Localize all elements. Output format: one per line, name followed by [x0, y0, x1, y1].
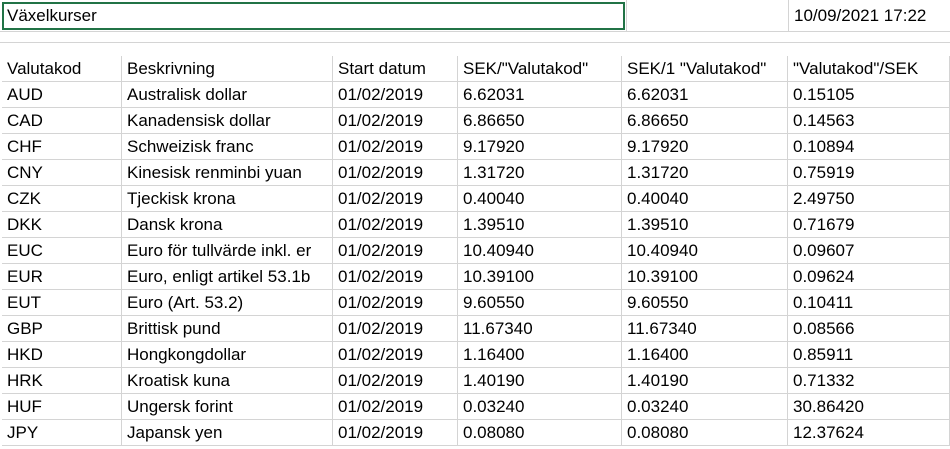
table-cell-date[interactable]: 01/02/2019	[333, 290, 458, 316]
selected-title-cell[interactable]: Växelkurser	[2, 2, 625, 30]
timestamp-cell[interactable]: 10/09/2021 17:22	[789, 3, 950, 30]
table-cell-rate[interactable]: 1.31720	[458, 160, 622, 186]
table-cell-date[interactable]: 01/02/2019	[333, 186, 458, 212]
table-cell-inverse-rate[interactable]: 30.86420	[788, 394, 950, 420]
header-beskrivning[interactable]: Beskrivning	[122, 56, 333, 82]
table-cell-code[interactable]: DKK	[2, 212, 122, 238]
table-cell-inverse-rate[interactable]: 0.10411	[788, 290, 950, 316]
table-cell-inverse-rate[interactable]: 0.85911	[788, 342, 950, 368]
table-cell-rate[interactable]: 0.03240	[458, 394, 622, 420]
header-valutakod[interactable]: Valutakod	[2, 56, 122, 82]
table-cell-rate-one[interactable]: 11.67340	[622, 316, 788, 342]
table-cell-rate[interactable]: 9.17920	[458, 134, 622, 160]
table-cell-code[interactable]: HKD	[2, 342, 122, 368]
table-cell-inverse-rate[interactable]: 0.09624	[788, 264, 950, 290]
table-cell-description[interactable]: Brittisk pund	[122, 316, 333, 342]
table-cell-code[interactable]: CHF	[2, 134, 122, 160]
table-cell-description[interactable]: Tjeckisk krona	[122, 186, 333, 212]
table-cell-rate-one[interactable]: 0.40040	[622, 186, 788, 212]
table-cell-rate[interactable]: 11.67340	[458, 316, 622, 342]
table-cell-rate[interactable]: 1.16400	[458, 342, 622, 368]
table-cell-rate-one[interactable]: 1.16400	[622, 342, 788, 368]
table-cell-date[interactable]: 01/02/2019	[333, 420, 458, 446]
table-cell-description[interactable]: Euro (Art. 53.2)	[122, 290, 333, 316]
table-cell-rate-one[interactable]: 1.40190	[622, 368, 788, 394]
table-cell-code[interactable]: CNY	[2, 160, 122, 186]
table-cell-date[interactable]: 01/02/2019	[333, 134, 458, 160]
table-cell-description[interactable]: Hongkongdollar	[122, 342, 333, 368]
table-cell-description[interactable]: Dansk krona	[122, 212, 333, 238]
table-cell-date[interactable]: 01/02/2019	[333, 238, 458, 264]
table-cell-rate[interactable]: 0.40040	[458, 186, 622, 212]
table-cell-date[interactable]: 01/02/2019	[333, 108, 458, 134]
table-cell-date[interactable]: 01/02/2019	[333, 316, 458, 342]
table-cell-inverse-rate[interactable]: 0.14563	[788, 108, 950, 134]
table-cell-code[interactable]: CZK	[2, 186, 122, 212]
table-cell-code[interactable]: EUR	[2, 264, 122, 290]
table-cell-rate[interactable]: 0.08080	[458, 420, 622, 446]
table-cell-date[interactable]: 01/02/2019	[333, 160, 458, 186]
table-cell-inverse-rate[interactable]: 0.09607	[788, 238, 950, 264]
table-cell-inverse-rate[interactable]: 2.49750	[788, 186, 950, 212]
table-cell-date[interactable]: 01/02/2019	[333, 212, 458, 238]
grid-line	[626, 0, 627, 31]
table-cell-rate-one[interactable]: 1.31720	[622, 160, 788, 186]
table-cell-code[interactable]: HUF	[2, 394, 122, 420]
header-valutakod-per-sek[interactable]: "Valutakod"/SEK	[788, 56, 950, 82]
table-cell-rate[interactable]: 6.62031	[458, 82, 622, 108]
table-cell-description[interactable]: Australisk dollar	[122, 82, 333, 108]
table-cell-inverse-rate[interactable]: 0.71679	[788, 212, 950, 238]
table-cell-rate-one[interactable]: 10.40940	[622, 238, 788, 264]
table-cell-date[interactable]: 01/02/2019	[333, 394, 458, 420]
table-cell-description[interactable]: Ungersk forint	[122, 394, 333, 420]
table-cell-date[interactable]: 01/02/2019	[333, 82, 458, 108]
table-cell-description[interactable]: Kanadensisk dollar	[122, 108, 333, 134]
table-cell-rate[interactable]: 10.40940	[458, 238, 622, 264]
table-cell-rate[interactable]: 9.60550	[458, 290, 622, 316]
header-sek-per-valutakod[interactable]: SEK/"Valutakod"	[458, 56, 622, 82]
table-cell-rate-one[interactable]: 0.08080	[622, 420, 788, 446]
table-cell-description[interactable]: Kinesisk renminbi yuan	[122, 160, 333, 186]
table-cell-rate-one[interactable]: 10.39100	[622, 264, 788, 290]
table-cell-rate-one[interactable]: 9.60550	[622, 290, 788, 316]
table-cell-description[interactable]: Schweizisk franc	[122, 134, 333, 160]
table-cell-date[interactable]: 01/02/2019	[333, 264, 458, 290]
table-cell-description[interactable]: Japansk yen	[122, 420, 333, 446]
table-cell-inverse-rate[interactable]: 0.71332	[788, 368, 950, 394]
grid-line	[0, 42, 950, 43]
table-cell-rate[interactable]: 1.39510	[458, 212, 622, 238]
table-cell-rate[interactable]: 6.86650	[458, 108, 622, 134]
table-cell-inverse-rate[interactable]: 0.15105	[788, 82, 950, 108]
table-cell-code[interactable]: AUD	[2, 82, 122, 108]
header-sek-per-1-valutakod[interactable]: SEK/1 "Valutakod"	[622, 56, 788, 82]
table-cell-description[interactable]: Euro, enligt artikel 53.1b	[122, 264, 333, 290]
table-cell-inverse-rate[interactable]: 0.10894	[788, 134, 950, 160]
table-cell-rate-one[interactable]: 0.03240	[622, 394, 788, 420]
table-cell-code[interactable]: HRK	[2, 368, 122, 394]
table-cell-inverse-rate[interactable]: 0.75919	[788, 160, 950, 186]
table-cell-rate-one[interactable]: 6.62031	[622, 82, 788, 108]
table-cell-inverse-rate[interactable]: 0.08566	[788, 316, 950, 342]
table-cell-rate[interactable]: 1.40190	[458, 368, 622, 394]
table-cell-date[interactable]: 01/02/2019	[333, 342, 458, 368]
table-cell-date[interactable]: 01/02/2019	[333, 368, 458, 394]
table-cell-code[interactable]: EUC	[2, 238, 122, 264]
table-cell-rate-one[interactable]: 1.39510	[622, 212, 788, 238]
table-cell-code[interactable]: JPY	[2, 420, 122, 446]
table-cell-rate[interactable]: 10.39100	[458, 264, 622, 290]
table-cell-description[interactable]: Euro för tullvärde inkl. er	[122, 238, 333, 264]
table-cell-inverse-rate[interactable]: 12.37624	[788, 420, 950, 446]
table-cell-code[interactable]: EUT	[2, 290, 122, 316]
table-cell-rate-one[interactable]: 9.17920	[622, 134, 788, 160]
table-cell-description[interactable]: Kroatisk kuna	[122, 368, 333, 394]
table-cell-code[interactable]: GBP	[2, 316, 122, 342]
header-start-datum[interactable]: Start datum	[333, 56, 458, 82]
spreadsheet-grid: Växelkurser 10/09/2021 17:22 Valutakod B…	[0, 0, 950, 449]
table-cell-rate-one[interactable]: 6.86650	[622, 108, 788, 134]
grid-line	[0, 31, 950, 32]
table-cell-code[interactable]: CAD	[2, 108, 122, 134]
